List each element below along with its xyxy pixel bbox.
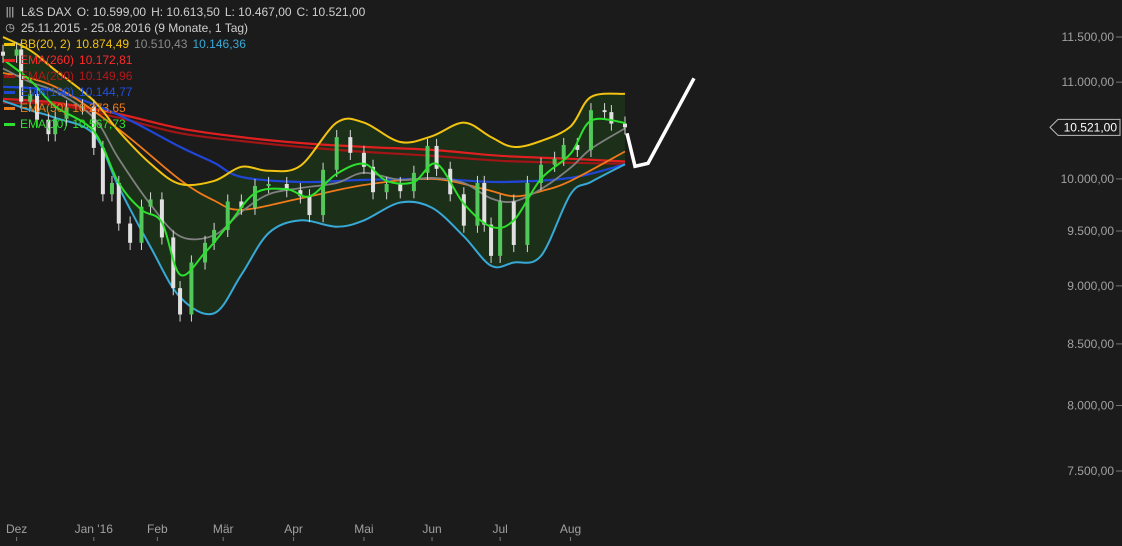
candle-body[interactable] [482,182,487,225]
x-tick-label: Jan '16 [75,522,114,536]
candle-body[interactable] [321,169,326,216]
candle-body[interactable] [525,182,530,245]
candle-body[interactable] [384,183,389,193]
legend-swatch [4,74,15,78]
x-tick-label: Aug [560,522,581,536]
legend-swatch [4,122,15,126]
indicator-label: EMA(200) [20,69,75,83]
candle-body[interactable] [461,194,466,226]
last-price-label: 10.521,00 [1064,120,1118,134]
indicator-value: 10.567,73 [72,117,126,131]
candle-body[interactable] [266,183,271,187]
candle-body[interactable] [116,182,121,224]
indicator-value: 10.874,49 [75,37,130,51]
y-tick-label: 9.500,00 [1067,224,1114,238]
candle-body[interactable] [348,137,353,153]
indicator-label: BB(20, 2) [20,37,71,51]
candle-body[interactable] [148,199,153,207]
indicator-value: 10.146,36 [192,37,246,51]
candle-body[interactable] [252,186,257,208]
legend-symbol-row: ||| L&S DAX O: 10.599,00 H: 10.613,50 L:… [4,4,370,20]
symbol-name: L&S DAX [21,5,72,19]
legend-indicator-row[interactable]: EMA(10) 10.567,73 [4,116,370,132]
x-tick-label: Feb [147,522,168,536]
x-tick-label: Jun [422,522,441,536]
x-tick-label: Dez [6,522,27,536]
candle-body[interactable] [100,147,105,195]
candle-body[interactable] [561,144,566,159]
close-value: C: 10.521,00 [296,5,366,19]
legend-swatch [4,42,15,46]
y-tick-label: 7.500,00 [1067,464,1114,478]
candle-body[interactable] [588,110,593,150]
indicator-value: 10.273,65 [72,101,126,115]
y-tick-label: 9.000,00 [1067,279,1114,293]
chart-legend: ||| L&S DAX O: 10.599,00 H: 10.613,50 L:… [4,4,370,132]
x-tick-label: Apr [284,522,303,536]
candle-body[interactable] [398,183,403,192]
legend-swatch [4,106,15,110]
legend-indicator-row[interactable]: EMA(50) 10.273,65 [4,100,370,116]
legend-period-row: ◷ 25.11.2015 - 25.08.2016 (9 Monate, 1 T… [4,20,370,36]
high-value: H: 10.613,50 [151,5,220,19]
candle-body[interactable] [602,110,607,113]
x-tick-label: Jul [492,522,507,536]
candle-body[interactable] [552,158,557,165]
candle-body[interactable] [609,112,614,124]
clock-icon: ◷ [5,22,15,34]
indicator-value: 10.144,77 [79,85,133,99]
y-tick-label: 8.000,00 [1067,398,1114,412]
candle-body[interactable] [334,137,339,170]
legend-indicator-row[interactable]: EMA(100) 10.144,77 [4,84,370,100]
y-tick-label: 11.500,00 [1062,30,1115,44]
indicator-list: BB(20, 2) 10.874,49 10.510,43 10.146,36 EMA(… [4,36,370,132]
indicator-label: EMA(260) [20,53,75,67]
candle-body[interactable] [511,201,516,245]
legend-swatch [4,58,15,62]
projection-stroke [625,77,696,169]
indicator-value: 10.149,96 [79,69,133,83]
legend-indicator-row[interactable]: BB(20, 2) 10.874,49 10.510,43 10.146,36 [4,36,370,52]
candle-body[interactable] [109,182,114,195]
candle-body[interactable] [178,288,183,315]
legend-indicator-row[interactable]: EMA(260) 10.172,81 [4,52,370,68]
low-value: L: 10.467,00 [224,5,292,19]
legend-indicator-row[interactable]: EMA(200) 10.149,96 [4,68,370,84]
indicator-value: 10.510,43 [134,37,188,51]
open-value: O: 10.599,00 [76,5,147,19]
candle-body[interactable] [159,199,164,238]
legend-swatch [4,90,15,94]
indicator-label: EMA(100) [20,85,75,99]
period-text: 25.11.2015 - 25.08.2016 (9 Monate, 1 Tag… [21,21,249,35]
candle-body[interactable] [307,196,312,216]
y-tick-label: 8.500,00 [1067,337,1114,351]
indicator-value: 10.172,81 [79,53,133,67]
candle-body[interactable] [139,206,144,243]
candle-body[interactable] [489,224,494,256]
y-tick-label: 11.000,00 [1062,75,1115,89]
candles-icon: ||| [5,6,15,18]
candle-body[interactable] [128,223,133,243]
x-tick-label: Mär [213,522,234,536]
y-tick-label: 10.000,00 [1061,172,1115,186]
candle-body[interactable] [623,123,627,128]
indicator-label: EMA(10) [20,117,68,131]
indicator-label: EMA(50) [20,101,68,115]
x-tick-label: Mai [354,522,373,536]
